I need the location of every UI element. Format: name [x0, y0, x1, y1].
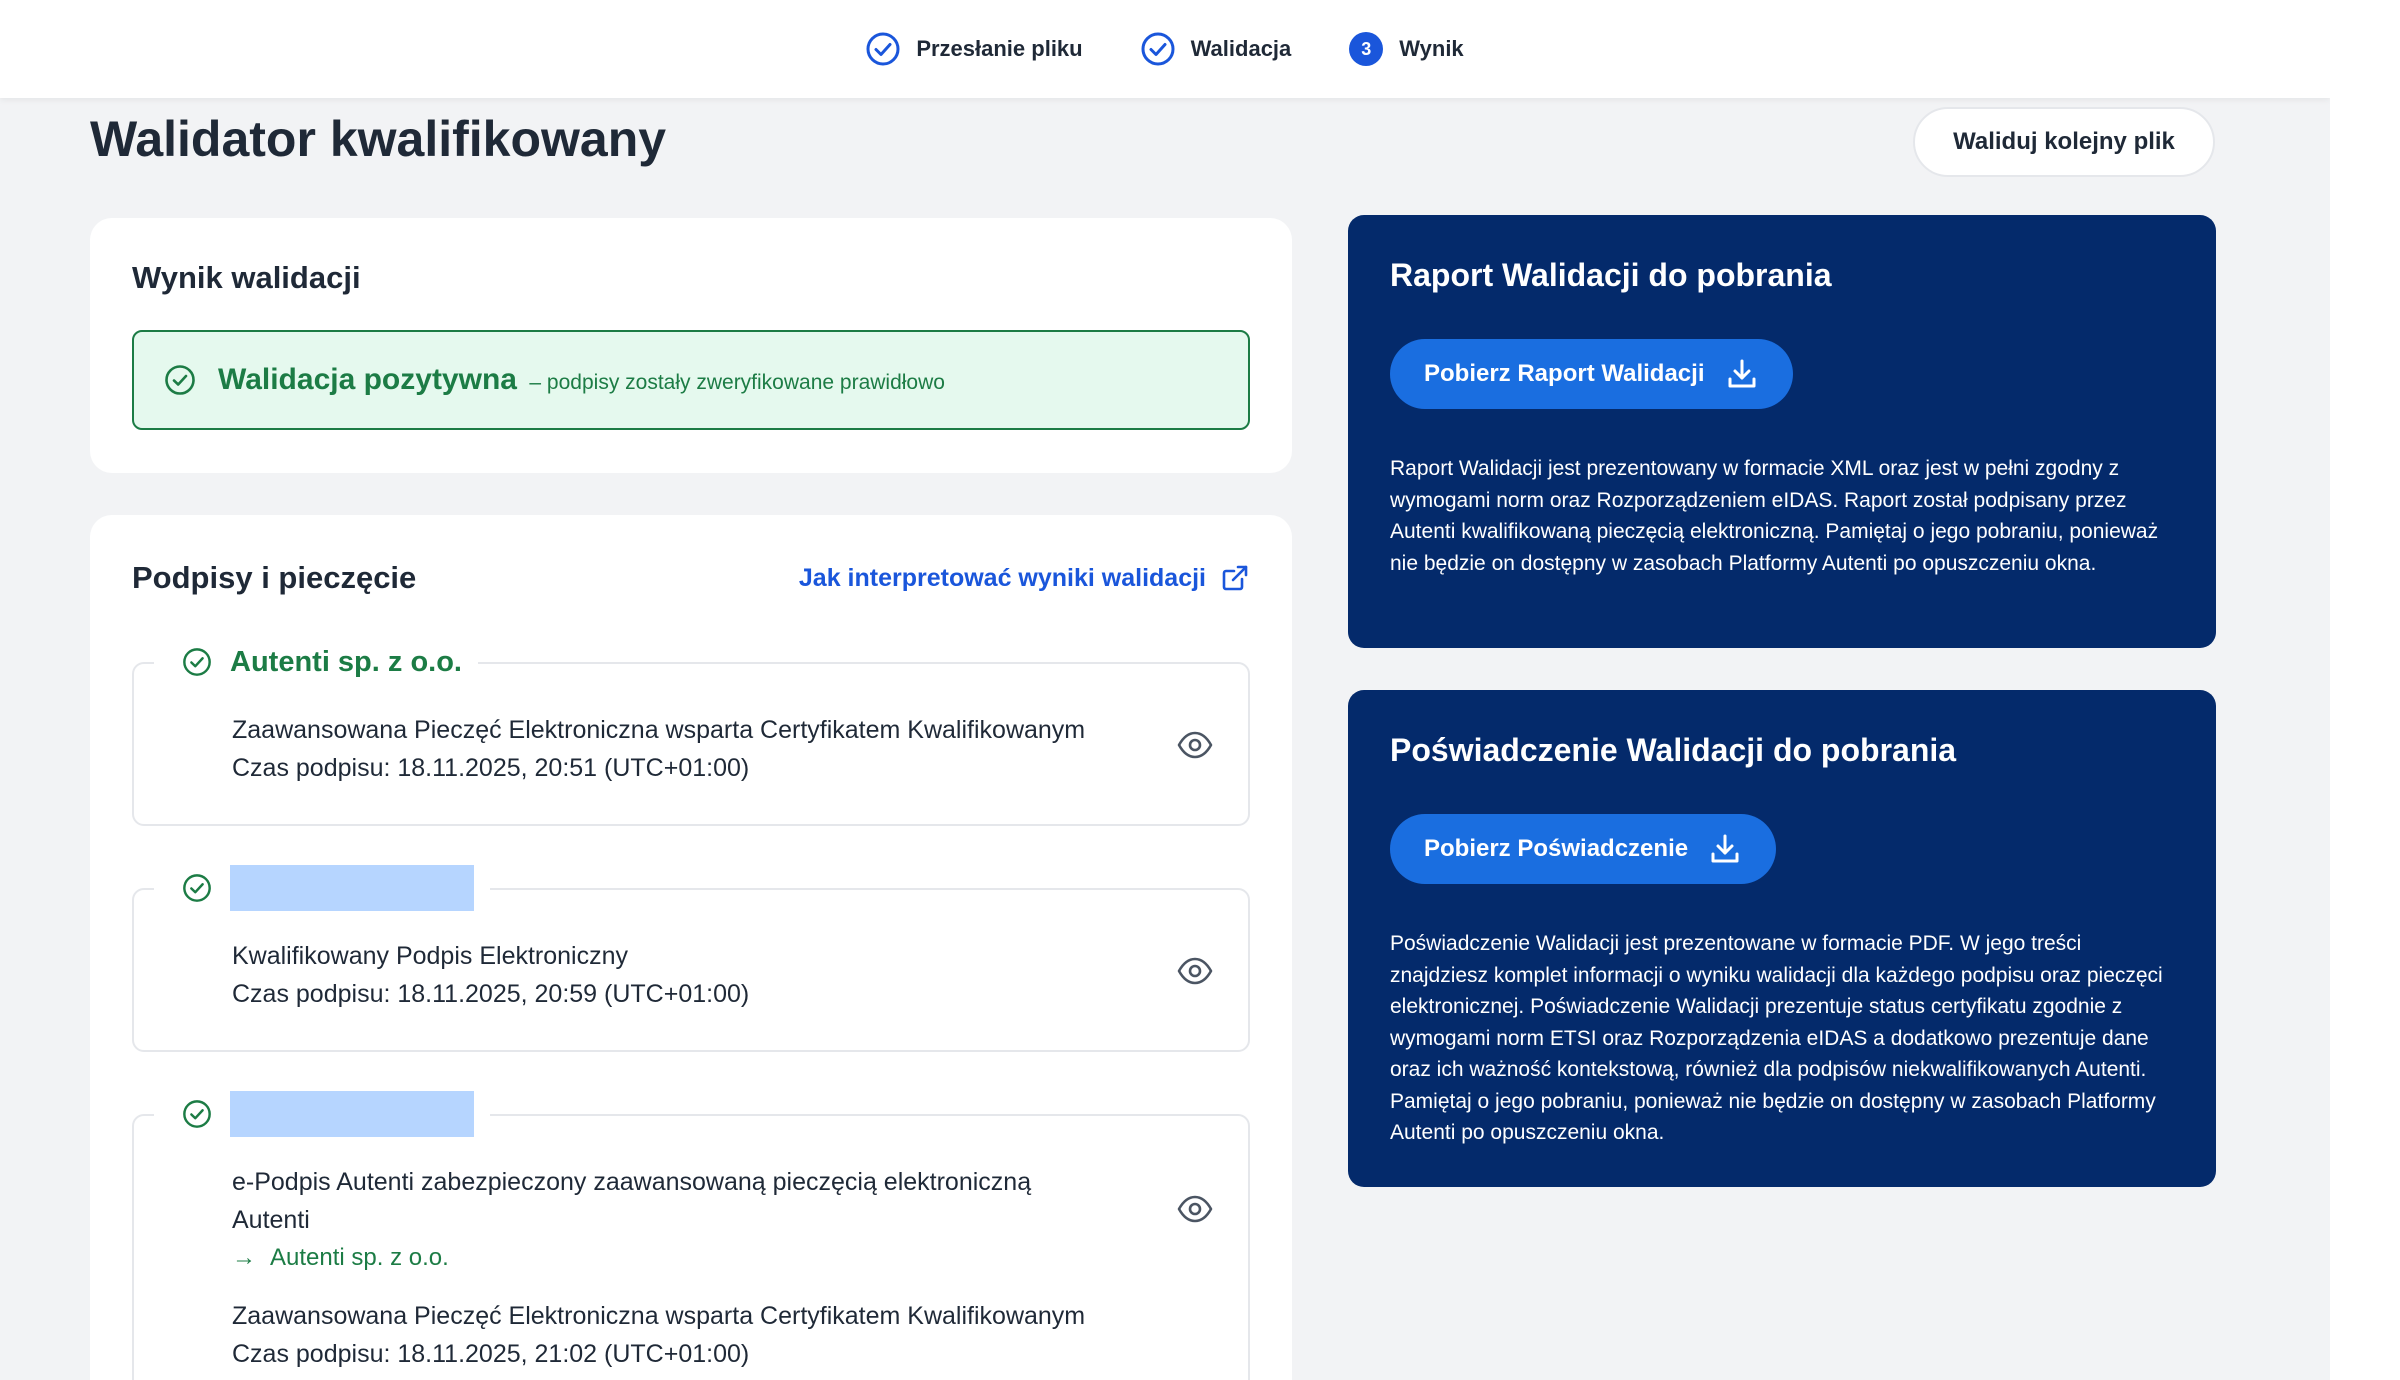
- signature-type: Kwalifikowany Podpis Elektroniczny: [232, 942, 629, 970]
- signature-type: Zaawansowana Pieczęć Elektroniczna wspar…: [232, 716, 1086, 744]
- check-circle-icon: [183, 874, 211, 902]
- signature-time: Czas podpisu: 18.11.2025, 21:02 (UTC+01:…: [232, 1340, 750, 1368]
- certificate-chain: → Autenti sp. z o.o.: [232, 1239, 1092, 1277]
- download-report-button[interactable]: Pobierz Raport Walidacji: [1390, 339, 1793, 409]
- signer-name: Autenti sp. z o.o.: [230, 645, 462, 678]
- step-label: Wynik: [1399, 36, 1464, 61]
- step-number-badge: 3: [1349, 32, 1384, 66]
- signature-details: e-Podpis Autenti zabezpieczony zaawansow…: [232, 1163, 1092, 1373]
- eye-icon[interactable]: [1176, 952, 1214, 990]
- download-icon: [1711, 834, 1739, 863]
- signature-time: Czas podpisu: 18.11.2025, 20:59 (UTC+01:…: [232, 980, 750, 1008]
- app: Przesłanie pliku Walidacja 3 Wynik Walid…: [0, 0, 2330, 1380]
- signatures-card: Podpisy i pieczęcie Jak interpretować wy…: [90, 515, 1292, 1380]
- download-certificate-label: Pobierz Poświadczenie: [1424, 835, 1689, 862]
- arrow-right-icon: →: [232, 1244, 256, 1271]
- validate-next-file-button[interactable]: Waliduj kolejny plik: [1913, 107, 2215, 177]
- step-validation: Walidacja: [1141, 32, 1292, 66]
- step-label: Przesłanie pliku: [916, 36, 1083, 61]
- signature-item: e-Podpis Autenti zabezpieczony zaawansow…: [132, 1089, 1250, 1380]
- signature-type: Zaawansowana Pieczęć Elektroniczna wspar…: [232, 1302, 1086, 1330]
- signature-item: Autenti sp. z o.o. Zaawansowana Pieczęć …: [132, 637, 1250, 826]
- signature-time: Czas podpisu: 18.11.2025, 20:51 (UTC+01:…: [232, 754, 750, 782]
- step-result: 3 Wynik: [1349, 32, 1464, 66]
- check-circle-icon: [1141, 32, 1175, 66]
- download-report-label: Pobierz Raport Walidacji: [1424, 360, 1705, 387]
- redacted-signer-name: [230, 865, 474, 911]
- report-description: Raport Walidacji jest prezentowany w for…: [1390, 457, 2159, 575]
- interpret-results-link[interactable]: Jak interpretować wyniki walidacji: [799, 563, 1250, 593]
- check-circle-icon: [183, 648, 211, 676]
- step-upload: Przesłanie pliku: [866, 32, 1083, 66]
- eye-icon[interactable]: [1176, 1190, 1214, 1228]
- eye-icon[interactable]: [1176, 726, 1214, 764]
- help-link-label: Jak interpretować wyniki walidacji: [798, 563, 1206, 592]
- chain-issuer: Autenti sp. z o.o.: [270, 1244, 449, 1271]
- check-circle-icon: [165, 365, 195, 395]
- check-circle-icon: [866, 32, 900, 66]
- download-icon: [1728, 359, 1755, 388]
- signatures-card-title: Podpisy i pieczęcie: [132, 560, 417, 595]
- status-sub-text: – podpisy zostały zweryfikowane prawidło…: [529, 371, 945, 394]
- page-title: Walidator kwalifikowany: [90, 111, 667, 167]
- signature-details: Zaawansowana Pieczęć Elektroniczna wspar…: [232, 711, 1092, 787]
- report-download-card: Raport Walidacji do pobrania Pobierz Rap…: [1348, 215, 2216, 648]
- signature-type-continued: Autenti: [232, 1206, 310, 1234]
- redacted-signer-name: [230, 1091, 474, 1137]
- signature-type: e-Podpis Autenti zabezpieczony zaawansow…: [232, 1168, 1032, 1196]
- report-card-title: Raport Walidacji do pobrania: [1390, 257, 1832, 293]
- signature-header: Autenti sp. z o.o.: [154, 637, 478, 687]
- result-card-title: Wynik walidacji: [132, 260, 361, 295]
- signature-header: [154, 863, 490, 913]
- external-link-icon: [1222, 565, 1248, 591]
- progress-stepper: Przesłanie pliku Walidacja 3 Wynik: [0, 0, 2330, 98]
- status-main-text: Walidacja pozytywna: [218, 363, 517, 396]
- certificate-description: Poświadczenie Walidacji jest prezentowan…: [1390, 932, 2163, 1144]
- signature-details: Kwalifikowany Podpis Elektroniczny Czas …: [232, 937, 1092, 1013]
- step-label: Walidacja: [1190, 36, 1292, 61]
- download-certificate-button[interactable]: Pobierz Poświadczenie: [1390, 814, 1777, 884]
- signature-item: Kwalifikowany Podpis Elektroniczny Czas …: [132, 863, 1250, 1052]
- validation-status-banner: Walidacja pozytywna – podpisy zostały zw…: [132, 330, 1250, 430]
- check-circle-icon: [183, 1100, 211, 1128]
- signature-header: [154, 1089, 490, 1139]
- validation-result-card: Wynik walidacji Walidacja pozytywna – po…: [90, 218, 1292, 473]
- certificate-card-title: Poświadczenie Walidacji do pobrania: [1390, 732, 1957, 768]
- certificate-download-card: Poświadczenie Walidacji do pobrania Pobi…: [1348, 690, 2216, 1187]
